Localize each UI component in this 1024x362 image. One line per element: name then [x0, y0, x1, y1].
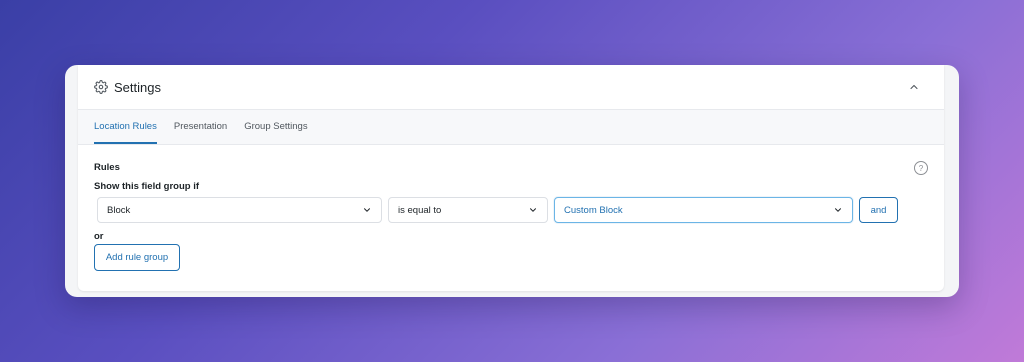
- value-select[interactable]: Custom Block: [554, 197, 853, 223]
- value-select-value: Custom Block: [564, 204, 623, 216]
- operator-select-value: is equal to: [398, 204, 442, 216]
- panel-title: Settings: [114, 79, 161, 95]
- chevron-down-icon: [528, 205, 538, 215]
- chevron-up-icon: [910, 84, 918, 90]
- tab-group-settings[interactable]: Group Settings: [244, 110, 307, 144]
- operator-select[interactable]: is equal to: [388, 197, 548, 223]
- chevron-down-icon: [362, 205, 372, 215]
- rule-row: Block is equal to Custom Block and: [97, 197, 928, 223]
- add-rule-group-button[interactable]: Add rule group: [94, 244, 180, 271]
- rules-section: Rules ? Show this field group if Block i…: [78, 145, 944, 287]
- rules-heading: Rules: [94, 162, 120, 173]
- panel-header[interactable]: Settings: [78, 65, 944, 110]
- and-button[interactable]: and: [859, 197, 898, 223]
- show-if-label: Show this field group if: [94, 181, 200, 192]
- param-select-value: Block: [107, 204, 131, 216]
- tab-presentation[interactable]: Presentation: [174, 110, 227, 144]
- collapse-button[interactable]: [906, 79, 922, 95]
- help-icon[interactable]: ?: [914, 161, 928, 175]
- settings-frame: Settings Location Rules Presentation Gro…: [65, 65, 959, 297]
- param-select[interactable]: Block: [97, 197, 382, 223]
- settings-panel: Settings Location Rules Presentation Gro…: [78, 65, 944, 291]
- or-label: or: [94, 231, 104, 242]
- tab-location-rules[interactable]: Location Rules: [94, 110, 157, 144]
- tab-bar: Location Rules Presentation Group Settin…: [78, 110, 944, 145]
- chevron-down-icon: [833, 205, 843, 215]
- gear-icon: [94, 80, 108, 94]
